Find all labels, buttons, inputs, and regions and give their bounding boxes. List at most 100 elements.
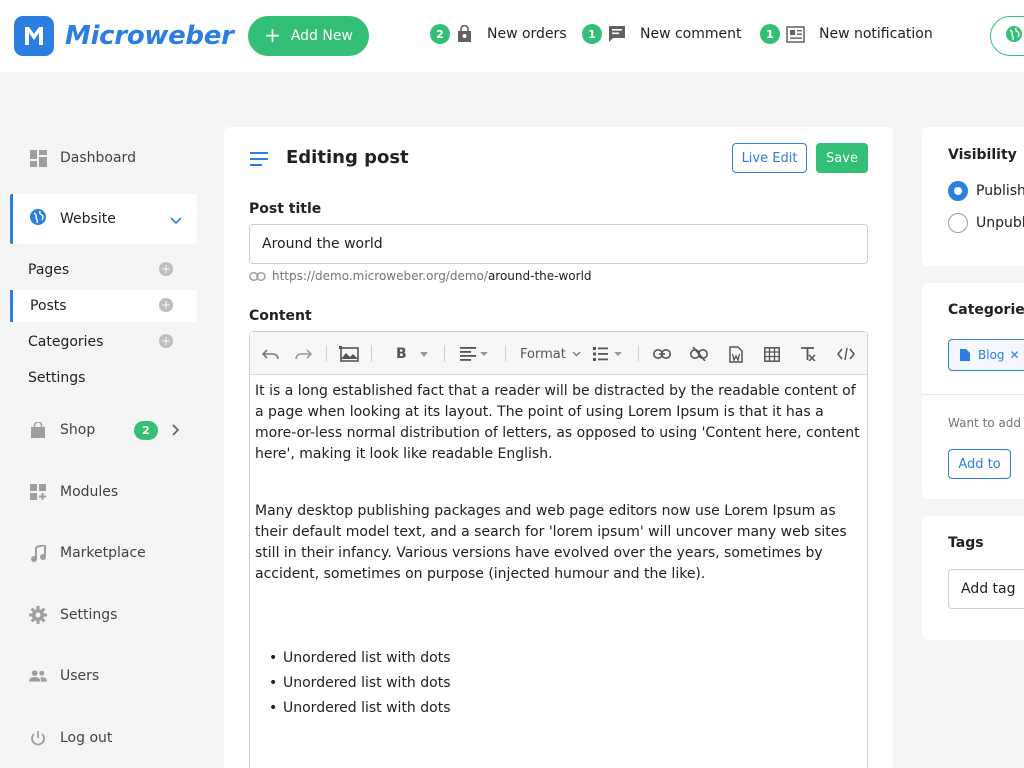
bullet-list-icon[interactable] [593,345,623,363]
add-new-label: Add New [290,28,353,44]
add-page-icon[interactable]: + [159,262,173,276]
radio-checked-icon [948,181,968,201]
sidebar-item-dashboard[interactable]: Dashboard [29,149,136,167]
word-document-icon[interactable] [729,345,743,363]
logo[interactable]: Microweber [14,16,234,56]
bold-button[interactable]: B [396,345,407,363]
link-icon[interactable] [653,345,671,363]
sidebar-item-logout[interactable]: Log out [29,729,112,747]
globe-icon [29,208,47,230]
sidebar-item-website[interactable]: Website [10,194,197,244]
comment-label: New comment [640,26,742,42]
toolbar-divider [326,345,327,362]
tag-input[interactable]: Add tag [948,569,1024,609]
list-item: Unordered list with dots [269,696,861,721]
unlink-icon[interactable] [690,345,708,363]
list-item: Unordered list with dots [269,646,861,671]
add-new-button[interactable]: + Add New [248,16,369,56]
shopping-bag-icon [29,421,47,439]
document-icon [960,349,970,361]
live-edit-button[interactable]: Live Edit [732,143,807,173]
align-left-icon[interactable] [460,345,488,363]
empty-line [255,465,861,501]
toolbar-divider [638,345,639,362]
categories-card: Categorie Blog ✕ Want to add Add to [922,283,1024,499]
sidebar-subitem-pages[interactable]: Pages [28,262,69,278]
category-chip-label: Blog [978,348,1005,362]
radio-unchecked-icon [948,213,968,233]
tags-title: Tags [948,535,984,551]
sidebar-item-label: Shop [60,422,96,438]
url-base: https://demo.microweber.org/demo/ [272,269,488,283]
close-icon[interactable]: ✕ [1010,348,1020,362]
add-category-icon[interactable]: + [159,334,173,348]
format-label: Format [520,346,566,362]
power-icon [29,729,47,747]
rich-text-editor[interactable]: B Format It is a long established fact t… [249,331,868,768]
gear-icon [29,606,47,624]
redo-icon[interactable] [294,345,312,363]
undo-icon[interactable] [262,345,280,363]
shopping-bag-icon [456,25,473,43]
microweber-logo-icon [14,16,54,56]
notification-count-badge: 1 [760,24,780,44]
sidebar-item-shop[interactable]: Shop 2 [29,421,189,440]
top-bar: Microweber + Add New 2 New orders 1 New … [0,0,1024,72]
notification-comment[interactable]: 1 New comment [582,24,742,44]
orders-label: New orders [487,26,567,42]
notification-general[interactable]: 1 New notification [760,24,933,44]
sidebar-item-users[interactable]: Users [29,667,99,685]
publish-radio[interactable]: Publish [948,181,1024,201]
add-to-button[interactable]: Add to [948,449,1011,479]
url-slug: around-the-world [487,269,592,283]
chevron-down-icon[interactable] [170,213,182,229]
editor-content[interactable]: It is a long established fact that a rea… [255,381,861,721]
notification-label: New notification [819,26,933,42]
toolbar-divider [371,345,372,362]
music-note-icon [29,544,47,562]
category-chip-blog[interactable]: Blog ✕ [948,339,1024,371]
visibility-card: Visibility Publish Unpubl [922,127,1024,266]
paragraph: Many desktop publishing packages and web… [255,503,847,582]
editor-toolbar: B Format [250,332,867,375]
sidebar-item-label: Marketplace [60,545,146,561]
edit-post-card: Editing post Live Edit Save Post title A… [224,127,893,768]
toolbar-divider [505,345,506,362]
image-icon[interactable] [339,345,359,363]
plus-icon: + [264,23,281,47]
logo-text: Microweber [65,21,234,51]
empty-line [255,585,861,646]
tags-card: Tags Add tag [922,516,1024,640]
shop-count-badge: 2 [134,421,158,440]
chevron-right-icon[interactable] [172,424,180,440]
notification-orders[interactable]: 2 New orders [430,24,567,44]
post-title-label: Post title [249,201,322,217]
content-label: Content [249,308,312,324]
sidebar-subitem-categories[interactable]: Categories [28,334,103,350]
visibility-title: Visibility [948,147,1017,163]
publish-label: Publish [976,183,1024,199]
caret-down-icon[interactable] [420,345,428,363]
sidebar-item-label: Users [60,668,100,684]
link-icon [249,271,266,281]
save-button[interactable]: Save [816,143,868,173]
clear-format-icon[interactable] [800,345,816,363]
categories-title: Categorie [948,302,1024,318]
post-title-input[interactable]: Around the world [249,224,868,264]
sidebar-item-label: Modules [60,484,119,500]
source-code-icon[interactable] [837,345,855,363]
unpublish-radio[interactable]: Unpubl [948,213,1024,233]
sidebar-subitem-settings[interactable]: Settings [28,370,85,386]
sidebar-item-marketplace[interactable]: Marketplace [29,544,146,562]
sidebar-subitem-posts[interactable]: Posts [30,298,67,314]
add-post-icon[interactable]: + [159,298,173,312]
post-url[interactable]: https://demo.microweber.org/demo/around-… [249,269,592,283]
users-icon [29,667,47,685]
table-icon[interactable] [764,345,780,363]
format-dropdown[interactable]: Format [520,345,581,363]
want-to-add-text: Want to add [948,416,1022,430]
globe-icon [1005,25,1023,47]
sidebar-item-modules[interactable]: Modules [29,483,118,501]
view-website-button[interactable] [990,16,1024,56]
sidebar-item-settings[interactable]: Settings [29,606,117,624]
